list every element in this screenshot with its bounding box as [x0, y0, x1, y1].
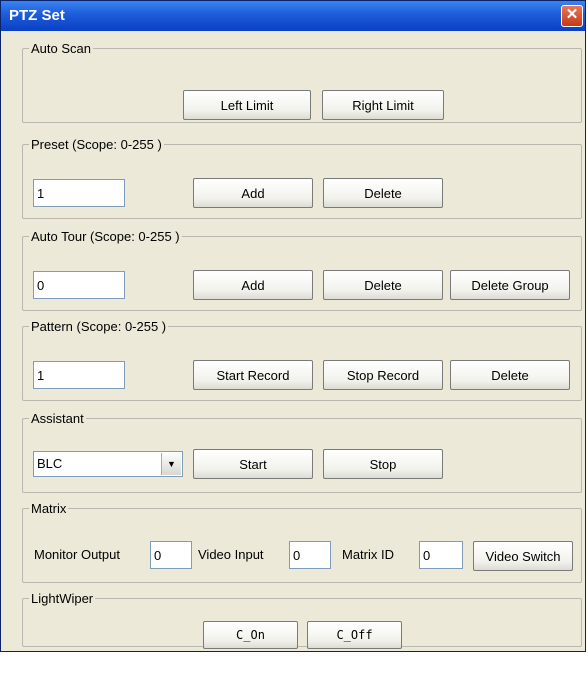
pattern-group: Pattern (Scope: 0-255 ) Start Record Sto… [22, 319, 582, 401]
ptz-set-window: PTZ Set ✕ Auto Scan Left Limit Right Lim… [0, 0, 586, 652]
monitor-output-input[interactable] [150, 541, 192, 569]
light-on-button[interactable]: C_On [203, 621, 298, 649]
preset-legend: Preset (Scope: 0-255 ) [31, 137, 162, 152]
auto-tour-add-button[interactable]: Add [193, 270, 313, 300]
pattern-delete-button[interactable]: Delete [450, 360, 570, 390]
preset-add-button[interactable]: Add [193, 178, 313, 208]
chevron-down-icon[interactable]: ▼ [161, 453, 181, 475]
auto-tour-delete-button[interactable]: Delete [323, 270, 443, 300]
video-input-input[interactable] [289, 541, 331, 569]
auto-tour-legend: Auto Tour (Scope: 0-255 ) [31, 229, 180, 244]
assistant-legend: Assistant [31, 411, 84, 426]
start-record-button[interactable]: Start Record [193, 360, 313, 390]
video-switch-button[interactable]: Video Switch [473, 541, 573, 571]
auto-scan-group: Auto Scan Left Limit Right Limit [22, 41, 582, 123]
assistant-select[interactable]: BLC ▼ [33, 451, 183, 477]
monitor-output-label: Monitor Output [34, 547, 120, 562]
assistant-selected-value: BLC [37, 456, 63, 471]
light-off-button[interactable]: C_Off [307, 621, 402, 649]
close-icon: ✕ [565, 6, 579, 23]
stop-record-button[interactable]: Stop Record [323, 360, 443, 390]
assistant-stop-button[interactable]: Stop [323, 449, 443, 479]
pattern-legend: Pattern (Scope: 0-255 ) [31, 319, 167, 334]
matrix-group: Matrix Monitor Output Video Input Matrix… [22, 501, 582, 583]
assistant-start-button[interactable]: Start [193, 449, 313, 479]
preset-group: Preset (Scope: 0-255 ) Add Delete [22, 137, 582, 219]
auto-scan-legend: Auto Scan [31, 41, 91, 56]
auto-tour-input[interactable] [33, 271, 125, 299]
left-limit-button[interactable]: Left Limit [183, 90, 311, 120]
preset-delete-button[interactable]: Delete [323, 178, 443, 208]
assistant-group: Assistant BLC ▼ Start Stop [22, 411, 582, 493]
preset-input[interactable] [33, 179, 125, 207]
close-button[interactable]: ✕ [561, 5, 583, 27]
light-wiper-legend: LightWiper [31, 591, 94, 606]
matrix-legend: Matrix [31, 501, 67, 516]
pattern-input[interactable] [33, 361, 125, 389]
matrix-id-input[interactable] [419, 541, 463, 569]
video-input-label: Video Input [198, 547, 264, 562]
window-title: PTZ Set [9, 7, 65, 24]
right-limit-button[interactable]: Right Limit [322, 90, 444, 120]
light-wiper-group: LightWiper C_On C_Off [22, 591, 582, 649]
auto-tour-group: Auto Tour (Scope: 0-255 ) Add Delete Del… [22, 229, 582, 311]
matrix-id-label: Matrix ID [342, 547, 394, 562]
delete-group-button[interactable]: Delete Group [450, 270, 570, 300]
title-bar[interactable]: PTZ Set ✕ [1, 1, 585, 31]
